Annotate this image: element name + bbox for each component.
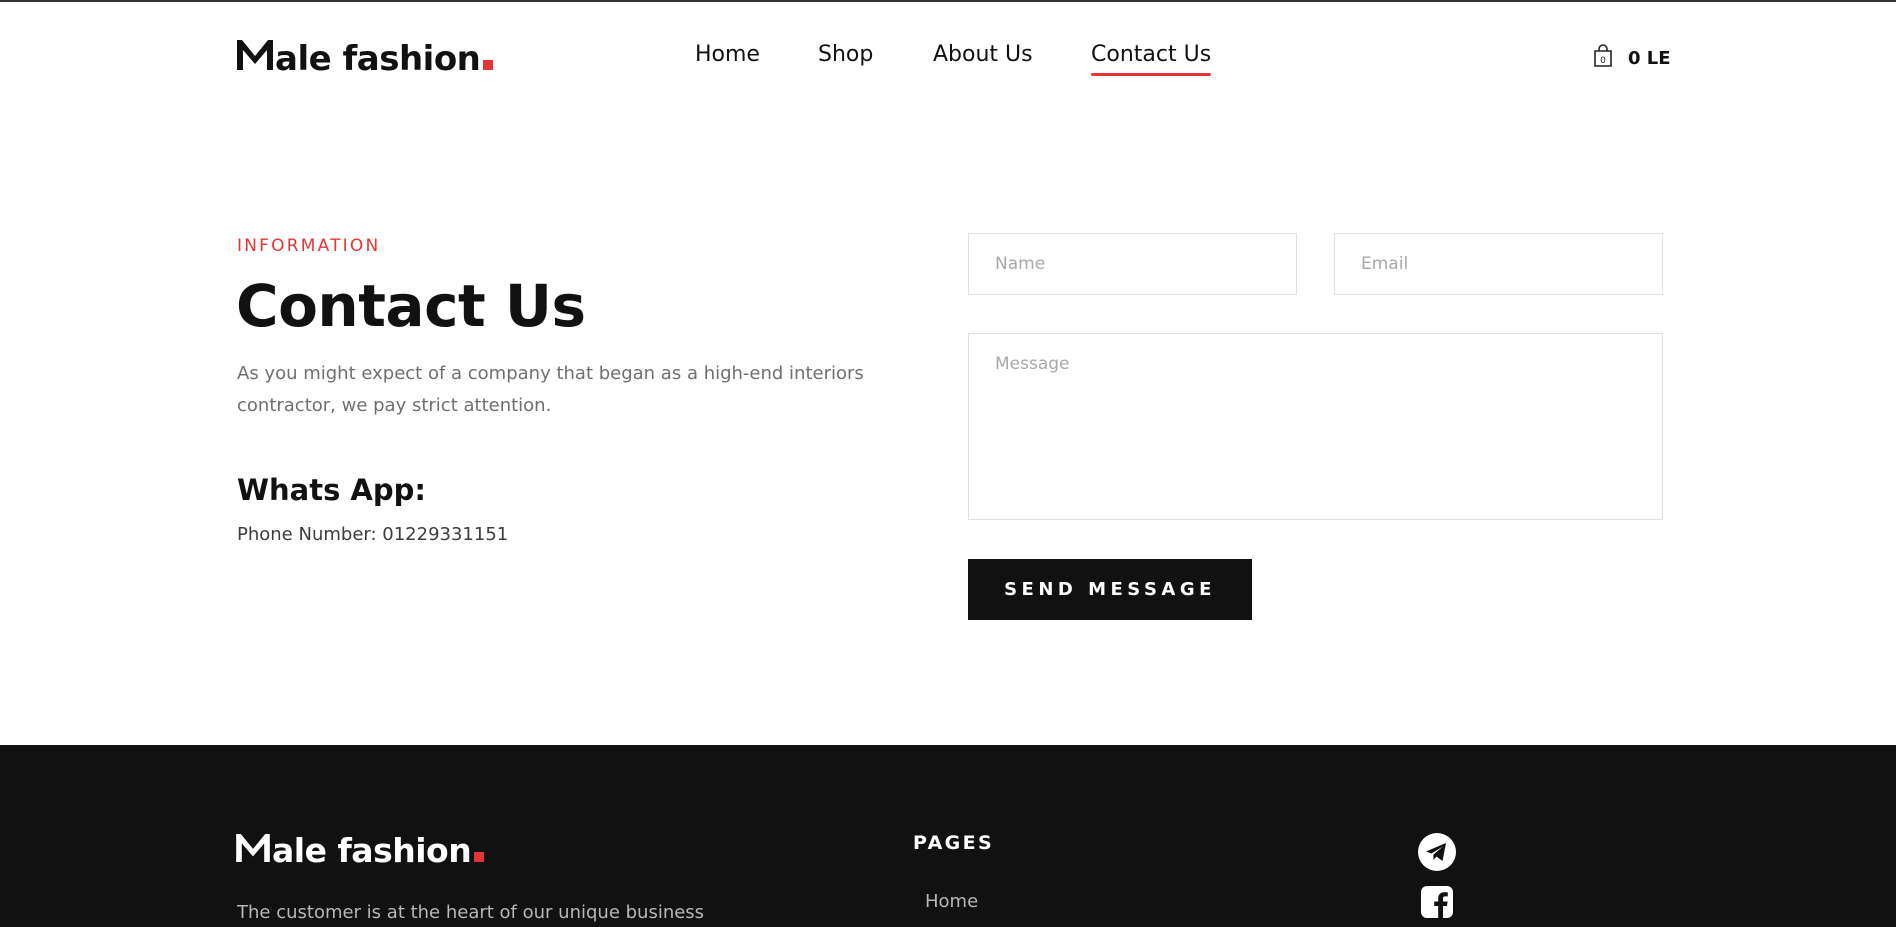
facebook-icon[interactable] (1420, 885, 1454, 919)
page-title: Contact Us (236, 272, 586, 340)
footer-pages-heading: PAGES (913, 832, 995, 854)
cart-total: 0 LE (1628, 47, 1671, 69)
footer-logo-text: ale fashion (272, 831, 472, 870)
shopping-bag-icon[interactable]: 0 (1592, 44, 1614, 72)
cart[interactable]: 0 0 LE (1592, 44, 1671, 72)
section-eyebrow: INFORMATION (237, 236, 381, 256)
footer-link-home[interactable]: Home (925, 891, 978, 912)
intro-text: As you might expect of a company that be… (237, 363, 864, 416)
brand-logo[interactable]: ale fashion (237, 39, 494, 79)
nav-item-home[interactable]: Home (695, 40, 760, 70)
footer-brand-logo[interactable]: ale fashion (236, 831, 485, 870)
footer-logo-m-mark (236, 834, 270, 862)
logo-text: ale fashion (275, 39, 481, 79)
name-input[interactable] (968, 233, 1297, 295)
footer-logo-accent-dot (474, 852, 485, 862)
email-input[interactable] (1334, 233, 1663, 295)
message-textarea[interactable] (968, 333, 1663, 520)
nav-item-contact-us[interactable]: Contact Us (1091, 40, 1212, 76)
top-border (0, 0, 1896, 2)
send-message-button[interactable]: SEND MESSAGE (968, 559, 1252, 620)
cart-count: 0 (1600, 56, 1606, 66)
footer: ale fashion The customer is at the heart… (0, 745, 1896, 927)
nav-item-shop[interactable]: Shop (818, 40, 873, 70)
phone-number: Phone Number: 01229331151 (237, 524, 509, 545)
footer-description: The customer is at the heart of our uniq… (237, 902, 705, 923)
telegram-icon[interactable] (1417, 832, 1457, 872)
logo-m-mark (237, 40, 273, 70)
nav-item-about-us[interactable]: About Us (933, 40, 1033, 70)
logo-accent-dot (483, 60, 494, 70)
whatsapp-heading: Whats App: (237, 473, 426, 507)
